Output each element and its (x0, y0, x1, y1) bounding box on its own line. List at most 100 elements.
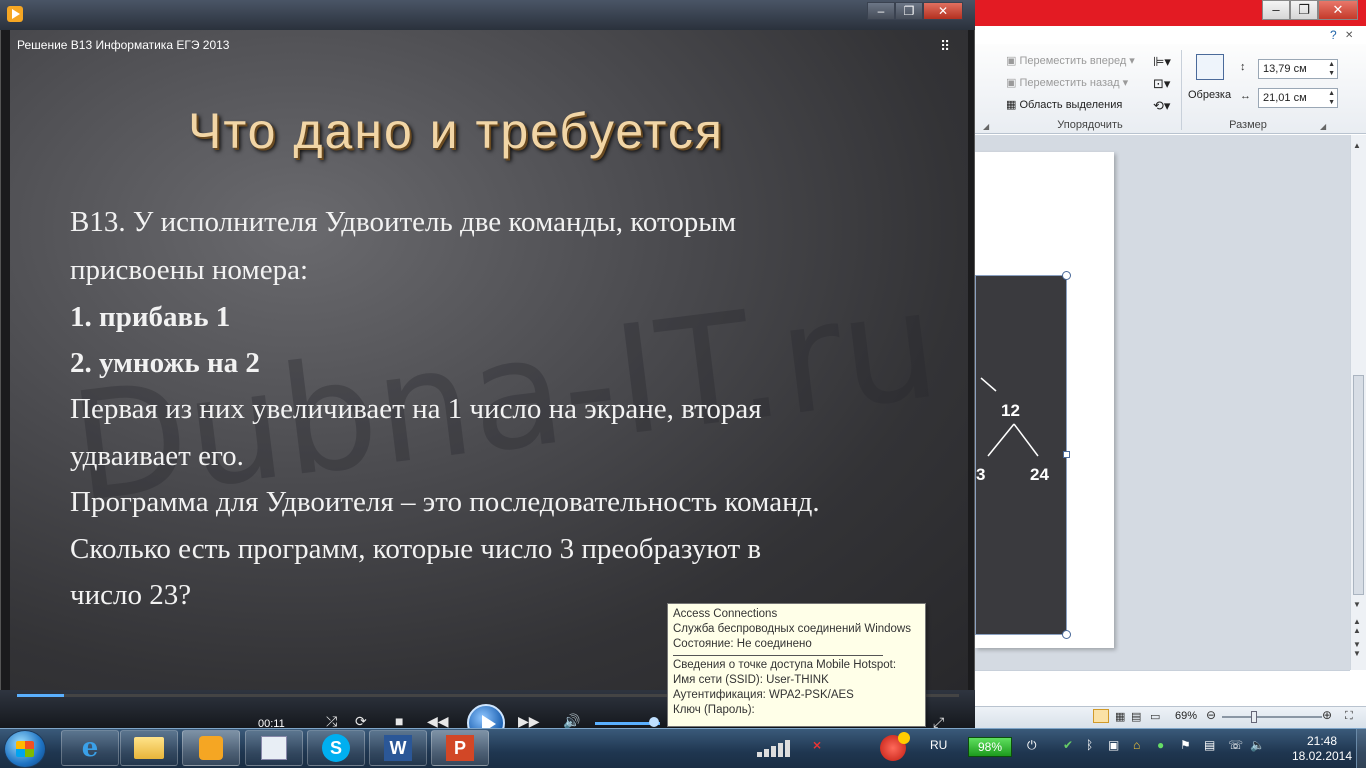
view-switch-icon[interactable]: ⠿ (940, 38, 950, 55)
spinner-icon[interactable]: ▲ ▼ (1328, 89, 1335, 107)
tooltip-line: Access Connections (673, 608, 778, 620)
bring-forward-icon: ▣ (1006, 55, 1017, 67)
zoom-slider-thumb[interactable] (1251, 711, 1257, 723)
crop-icon[interactable] (1196, 54, 1224, 80)
app-icon (261, 736, 287, 760)
taskbar-powerpoint[interactable]: P (431, 730, 489, 766)
seek-bar-progress (17, 694, 65, 697)
video-text-line: число 23? (70, 579, 192, 611)
phone-icon[interactable]: ☏ (1228, 738, 1243, 752)
send-backward-button[interactable]: ▣ Переместить назад ▾ (1006, 76, 1128, 89)
ppt-restore-button[interactable]: ❐ (1290, 0, 1318, 20)
video-text-line: Сколько есть программ, которые число 3 п… (70, 533, 762, 565)
normal-view-icon[interactable] (1093, 709, 1109, 723)
update-icon[interactable]: ● (1157, 738, 1164, 752)
resize-handle[interactable] (1062, 630, 1071, 639)
scroll-down-icon[interactable]: ▼ (1353, 600, 1361, 609)
next-slide-icon[interactable]: ▼ ▼ (1353, 640, 1361, 658)
word-icon: W (384, 735, 412, 761)
clock-date: 18.02.2014 (1291, 749, 1353, 763)
video-text-line: удваивает его. (70, 440, 244, 472)
zoom-level[interactable]: 69% (1175, 710, 1197, 722)
power-plug-icon[interactable]: ⏻ (1027, 738, 1037, 753)
taskbar-media-player[interactable] (182, 730, 240, 766)
taskbar-skype[interactable]: S (307, 730, 365, 766)
ppt-close-button[interactable]: ✕ (1318, 0, 1358, 20)
tree-diagram (980, 377, 1039, 457)
resize-handle[interactable] (1063, 451, 1070, 458)
group-icon[interactable]: ⊡▾ (1153, 76, 1170, 92)
video-text-line: 2. умножь на 2 (70, 347, 260, 379)
slideshow-icon[interactable]: ▭ (1150, 710, 1160, 723)
taskbar-clock[interactable]: 21:48 18.02.2014 (1287, 734, 1357, 764)
player-title-bar (0, 0, 975, 30)
selection-pane-icon: ▦ (1006, 99, 1017, 111)
ribbon-close-icon[interactable]: ✕ (1345, 30, 1353, 41)
warning-icon (898, 732, 910, 744)
network-icon[interactable]: ⌂ (1133, 738, 1140, 752)
zoom-in-icon[interactable]: ⊕ (1322, 708, 1332, 722)
player-close-button[interactable]: ✕ (923, 2, 963, 20)
width-icon: ↔ (1240, 90, 1251, 102)
taskbar-app[interactable] (245, 730, 303, 766)
ie-icon: e (81, 733, 99, 763)
dialog-launcher-icon[interactable]: ◢ (1320, 122, 1326, 131)
skype-icon: S (322, 734, 350, 762)
zoom-out-icon[interactable]: ⊖ (1206, 708, 1216, 722)
reading-view-icon[interactable]: ▤ (1131, 710, 1141, 723)
selection-pane-button[interactable]: ▦ Область выделения (1006, 98, 1122, 111)
notes-pane[interactable] (975, 670, 1350, 706)
folder-icon (134, 737, 164, 759)
player-restore-button[interactable]: ❐ (895, 2, 923, 20)
tooltip-line: Служба беспроводных соединений Windows (673, 623, 911, 635)
width-input[interactable]: 21,01 см ▲ ▼ (1258, 88, 1338, 108)
player-minimize-button[interactable]: – (867, 2, 895, 20)
stop-icon[interactable]: ■ (395, 713, 403, 729)
resize-handle[interactable] (1062, 271, 1071, 280)
taskbar-word[interactable]: W (369, 730, 427, 766)
rotate-icon[interactable]: ⟲▾ (1153, 98, 1170, 114)
display-icon[interactable]: ▣ (1108, 738, 1119, 752)
align-icon[interactable]: ⊫▾ (1153, 54, 1171, 70)
language-indicator[interactable]: RU (930, 738, 947, 752)
scrollbar-thumb[interactable] (1353, 375, 1364, 595)
bring-forward-button[interactable]: ▣ Переместить вперед ▾ (1006, 54, 1135, 67)
vertical-scrollbar[interactable]: ▲ ▼ ▲ ▲ ▼ ▼ (1350, 135, 1366, 670)
player-title: Решение B13 Информатика ЕГЭ 2013 (17, 38, 230, 52)
dialog-launcher-icon[interactable]: ◢ (983, 122, 989, 131)
slide-picture[interactable]: 12 3 24 (975, 275, 1067, 635)
zoom-slider[interactable] (1222, 716, 1322, 718)
network-tooltip: Access Connections Служба беспроводных с… (667, 603, 926, 727)
bluetooth-icon[interactable]: ᛒ (1086, 738, 1093, 752)
volume-slider-thumb[interactable] (648, 717, 659, 727)
show-desktop-button[interactable] (1356, 729, 1366, 768)
spinner-icon[interactable]: ▲ ▼ (1328, 60, 1335, 78)
media-player-icon (199, 736, 223, 760)
wireless-disconnected-icon[interactable]: ⨯ (812, 738, 822, 752)
crop-button[interactable]: Обрезка (1188, 89, 1231, 101)
height-input[interactable]: 13,79 см ▲ ▼ (1258, 59, 1338, 79)
tooltip-divider (673, 655, 883, 656)
flag-icon[interactable]: ⚑ (1180, 738, 1191, 752)
fit-slide-icon[interactable]: ⛶ (1345, 710, 1353, 723)
battery-indicator[interactable]: 98% (968, 737, 1012, 757)
ppt-minimize-button[interactable]: – (1262, 0, 1290, 20)
volume-tray-icon[interactable]: 🔈 (1250, 738, 1265, 752)
video-text-line: 1. прибавь 1 (70, 301, 231, 333)
slide-sorter-icon[interactable]: ▦ (1115, 710, 1125, 723)
video-text-line: B13. У исполнителя Удвоитель две команды… (70, 206, 737, 238)
taskbar-explorer[interactable] (120, 730, 178, 766)
signal-strength-icon[interactable] (757, 738, 797, 761)
video-text-line: присвоены номера: (70, 254, 309, 286)
tooltip-line: Аутентификация: WPA2-PSK/AES (673, 689, 854, 701)
tooltip-line: Ключ (Пароль): (673, 704, 755, 716)
prev-slide-icon[interactable]: ▲ ▲ (1353, 617, 1361, 635)
scroll-up-icon[interactable]: ▲ (1353, 141, 1361, 150)
start-button[interactable] (4, 730, 46, 768)
tree-node: 12 (1001, 401, 1020, 420)
send-backward-icon: ▣ (1006, 77, 1017, 89)
powerpoint-icon: P (446, 735, 474, 761)
security-icon[interactable]: ✔ (1063, 738, 1073, 752)
device-icon[interactable]: ▤ (1204, 738, 1215, 752)
taskbar-ie[interactable]: e (61, 730, 119, 766)
